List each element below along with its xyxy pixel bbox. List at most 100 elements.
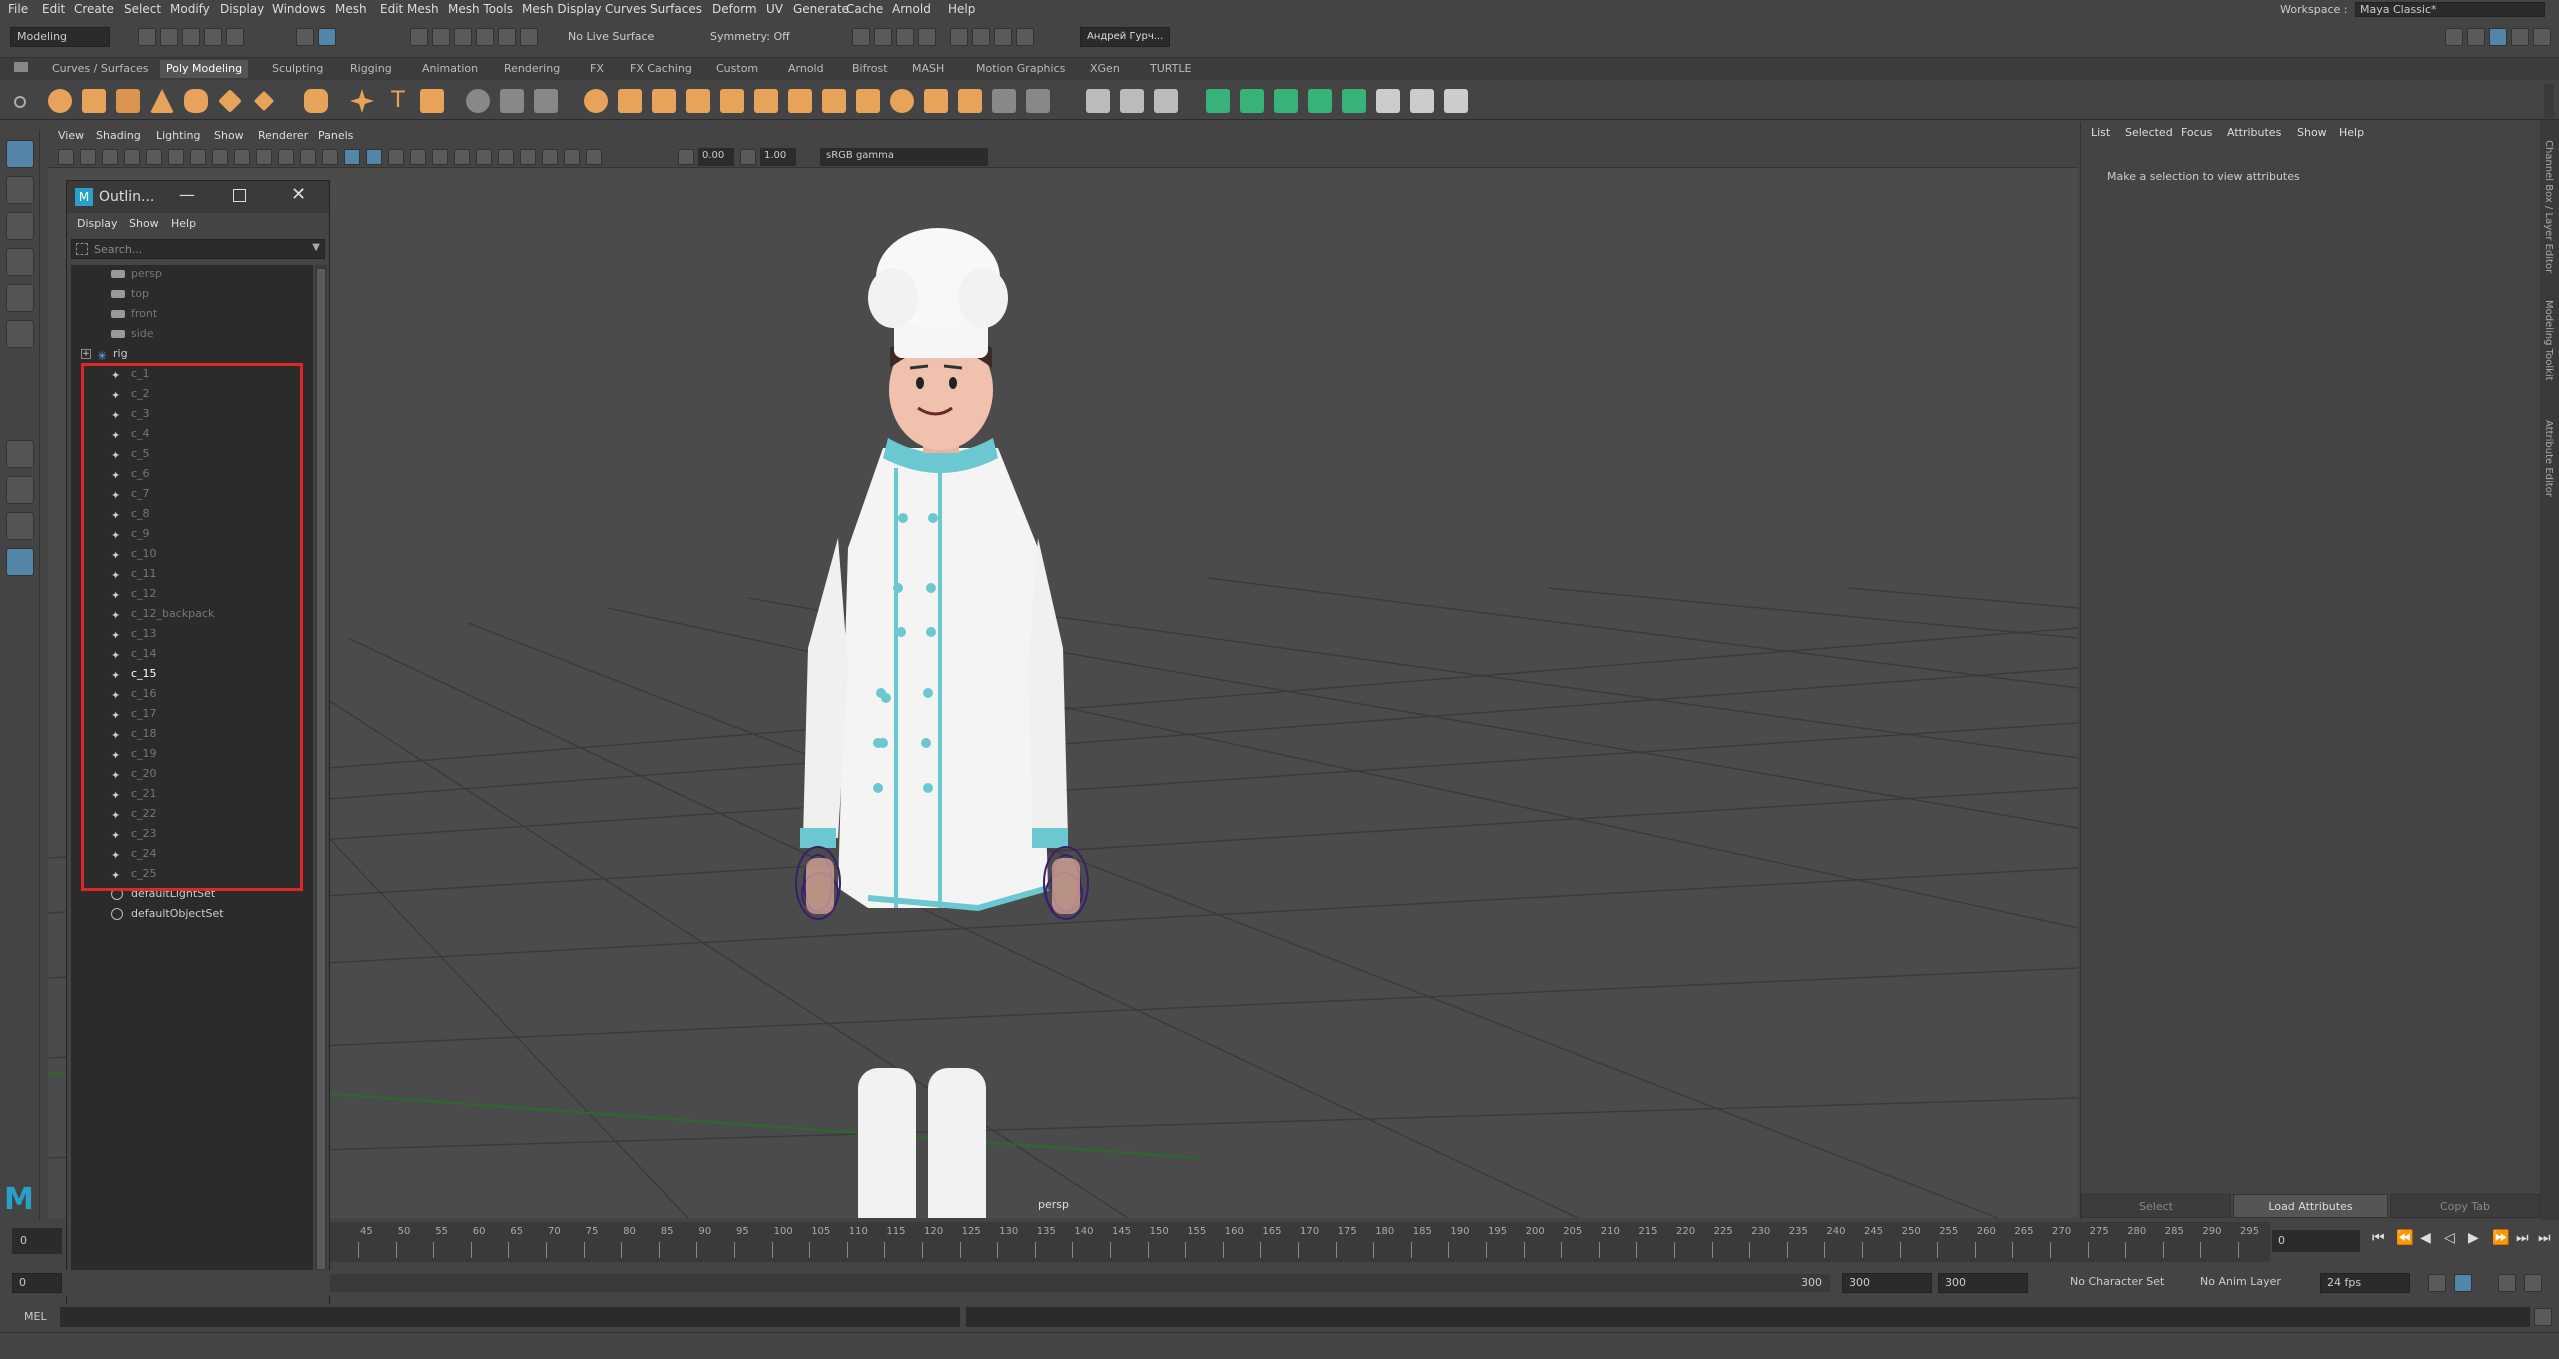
shelf-menu-icon[interactable] (14, 62, 28, 72)
exposure-icon[interactable] (678, 149, 694, 165)
append-icon[interactable] (856, 89, 880, 113)
gate-mask-icon[interactable] (212, 149, 228, 165)
snap-grid-icon[interactable] (410, 28, 428, 46)
resolution-gate-icon[interactable] (190, 149, 206, 165)
side-tab-channel-box-layer-editor[interactable]: Channel Box / Layer Editor (2543, 140, 2554, 273)
outliner-layout-icon[interactable] (6, 548, 34, 576)
boolean-icon[interactable] (686, 89, 710, 113)
shadows-icon[interactable] (410, 149, 426, 165)
camera-attributes-icon[interactable] (80, 149, 96, 165)
menu-arnold[interactable]: Arnold (892, 2, 931, 16)
image-plane-icon[interactable] (124, 149, 140, 165)
select-tool-icon[interactable] (6, 140, 34, 168)
minimize-icon[interactable]: — (179, 185, 195, 204)
current-frame-field[interactable]: 0 (2272, 1230, 2360, 1252)
attribute-menu-attributes[interactable]: Attributes (2227, 126, 2281, 139)
panel-menu-shading[interactable]: Shading (96, 129, 141, 142)
single-perspective-view-icon[interactable] (6, 440, 34, 468)
snap-point-icon[interactable] (454, 28, 472, 46)
outliner-item-rig[interactable]: + ✳ rig (71, 345, 311, 363)
separate-icon[interactable] (618, 89, 642, 113)
rotate-tool-icon[interactable] (6, 284, 34, 312)
panel-menu-lighting[interactable]: Lighting (156, 129, 200, 142)
menu-modify[interactable]: Modify (170, 2, 210, 16)
select-button[interactable]: Select (2081, 1194, 2231, 1218)
shelf-tab-turtle[interactable]: TURTLE (1150, 62, 1191, 75)
shelf-tab-mash[interactable]: MASH (912, 62, 944, 75)
panel-menu-show[interactable]: Show (214, 129, 244, 142)
use-all-lights-icon[interactable] (388, 149, 404, 165)
outliner-item-defaultobjectset[interactable]: defaultObjectSet (71, 905, 311, 923)
merge-icon[interactable] (924, 89, 948, 113)
super-shape-icon[interactable] (350, 89, 374, 113)
multi-cut-icon[interactable] (1086, 89, 1110, 113)
collapse-icon[interactable] (958, 89, 982, 113)
shelf-tab-rigging[interactable]: Rigging (350, 62, 392, 75)
menu-curves[interactable]: Curves (605, 2, 647, 16)
shelf-scroll[interactable] (2544, 84, 2554, 118)
select-hierarchy-icon[interactable] (296, 28, 314, 46)
outliner-item-side[interactable]: side (71, 325, 311, 343)
workspace-selector[interactable]: Workspace : Maya Classic* (2280, 2, 2545, 17)
chef-character[interactable] (795, 228, 1089, 1218)
toggle-panel-icon[interactable] (2445, 28, 2463, 46)
backface-icon[interactable] (586, 149, 602, 165)
character-set-dropdown[interactable]: No Character Set (2064, 1273, 2184, 1293)
uv-sew-icon[interactable] (1444, 89, 1468, 113)
symmetry-dropdown[interactable]: Symmetry: Off (710, 30, 790, 43)
open-scene-icon[interactable] (160, 28, 178, 46)
uv-cylindrical-icon[interactable] (1240, 89, 1264, 113)
shelf-tab-curves-surfaces[interactable]: Curves / Surfaces (52, 62, 149, 75)
poly-cylinder-icon[interactable] (116, 89, 140, 113)
xray-icon[interactable] (542, 149, 558, 165)
shelf-options-icon[interactable] (14, 96, 26, 108)
menu-uv[interactable]: UV (766, 2, 783, 16)
attribute-menu-focus[interactable]: Focus (2181, 126, 2212, 139)
arnold-render-icon[interactable] (994, 28, 1012, 46)
layout-icon[interactable] (2467, 28, 2485, 46)
outliner-item-front[interactable]: front (71, 305, 311, 323)
move-tool-icon[interactable] (6, 248, 34, 276)
wireframe-icon[interactable] (300, 149, 316, 165)
play-backwards-icon[interactable]: ◁ (2444, 1230, 2455, 1246)
shelf-tab-rendering[interactable]: Rendering (504, 62, 560, 75)
uv-cut-icon[interactable] (1410, 89, 1434, 113)
range-end-field[interactable]: 300 (1842, 1273, 1932, 1293)
gamma-icon[interactable] (740, 149, 756, 165)
sweep-mesh-icon[interactable] (500, 89, 524, 113)
maximize-icon[interactable] (233, 189, 246, 202)
menu-create[interactable]: Create (74, 2, 114, 16)
ipr-render-icon[interactable] (896, 28, 914, 46)
mel-label[interactable]: MEL (24, 1310, 47, 1323)
anim-layer-dropdown[interactable]: No Anim Layer (2194, 1273, 2314, 1293)
sphere-wire-icon[interactable] (466, 89, 490, 113)
color-space-dropdown[interactable]: sRGB gamma (820, 148, 988, 166)
panel-menu-panels[interactable]: Panels (318, 129, 353, 142)
render-settings-icon[interactable] (918, 28, 936, 46)
settings-gear-icon[interactable] (2533, 28, 2551, 46)
outliner-window[interactable]: M Outlin... — ✕ Display Show Help Search..… (66, 180, 330, 1308)
side-tab-attribute-editor[interactable]: Attribute Editor (2543, 420, 2554, 497)
copy-tab-button[interactable]: Copy Tab (2390, 1194, 2540, 1218)
anti-aliasing-icon[interactable] (476, 149, 492, 165)
four-view-layout-icon[interactable] (6, 476, 34, 504)
attribute-menu-list[interactable]: List (2091, 126, 2110, 139)
uv-unfold-icon[interactable] (1342, 89, 1366, 113)
outliner-vscroll[interactable] (315, 265, 327, 1275)
fps-dropdown[interactable]: 24 fps (2320, 1273, 2410, 1293)
attribute-menu-show[interactable]: Show (2297, 126, 2327, 139)
shelf-tab-arnold[interactable]: Arnold (788, 62, 824, 75)
safe-action-icon[interactable] (256, 149, 272, 165)
text-tool-icon[interactable]: T (386, 89, 410, 113)
triangulate-icon[interactable] (992, 89, 1016, 113)
command-input[interactable] (60, 1307, 960, 1327)
menu-deform[interactable]: Deform (712, 2, 757, 16)
shelf-tab-xgen[interactable]: XGen (1090, 62, 1120, 75)
sound-icon[interactable] (2498, 1274, 2516, 1292)
hypershade-icon[interactable] (950, 28, 968, 46)
search-dropdown-icon[interactable]: ▼ (312, 242, 320, 253)
snap-curve-icon[interactable] (432, 28, 450, 46)
menu-mesh-tools[interactable]: Mesh Tools (448, 2, 513, 16)
attribute-menu-selected[interactable]: Selected (2125, 126, 2173, 139)
time-slider[interactable]: 45 50 55 60 65 70 75 80 85 90 95 100 105 110 115 120 125… (330, 1222, 2270, 1262)
